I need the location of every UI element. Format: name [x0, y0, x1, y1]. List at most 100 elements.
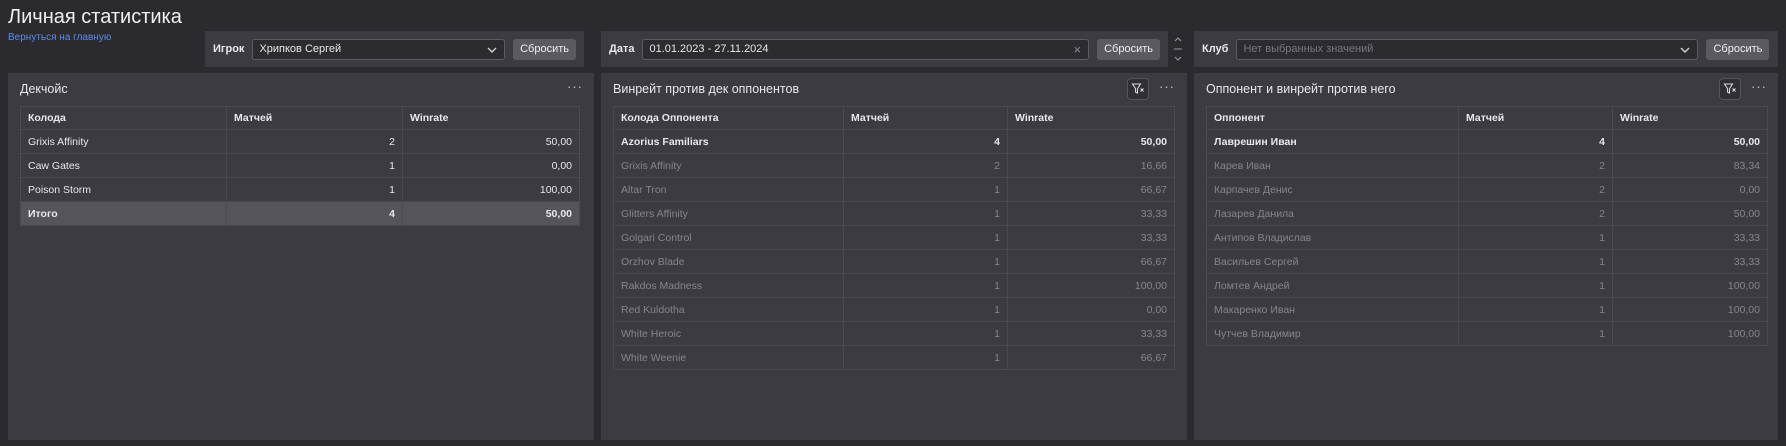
column-header[interactable]: Оппонент	[1206, 106, 1459, 130]
table-row[interactable]: Антипов Владислав 1 33,33	[1206, 225, 1768, 250]
clear-icon[interactable]: ×	[1074, 42, 1082, 57]
deck-cell: Caw Gates	[20, 153, 227, 178]
table-row[interactable]: Васильев Сергей 1 33,33	[1206, 249, 1768, 274]
winrate-cell: 100,00	[1612, 273, 1768, 298]
date-filter: Дата 01.01.2023 - 27.11.2024 × Сбросить	[601, 31, 1168, 67]
table-row[interactable]: Red Kuldotha 1 0,00	[613, 297, 1175, 322]
winrate-cell: 0,00	[1007, 297, 1175, 322]
matches-cell: 1	[843, 345, 1008, 370]
date-range-value: 01.01.2023 - 27.11.2024	[649, 43, 769, 55]
winrate-cell: 50,00	[1007, 129, 1175, 154]
more-options-icon[interactable]: ···	[1159, 79, 1175, 94]
club-select[interactable]: Нет выбранных значений	[1236, 38, 1699, 60]
matches-cell: 2	[1458, 177, 1613, 202]
total-winrate-cell: 50,00	[402, 201, 580, 226]
table-row[interactable]: Чутчев Владимир 1 100,00	[1206, 321, 1768, 346]
winrate-cell: 16,66	[1007, 153, 1175, 178]
winrate-cell: 50,00	[1612, 129, 1768, 154]
winrate-cell: 33,33	[1007, 321, 1175, 346]
table-row[interactable]: Rakdos Madness 1 100,00	[613, 273, 1175, 298]
more-options-icon[interactable]: ···	[1751, 79, 1767, 94]
table-row[interactable]: Макаренко Иван 1 100,00	[1206, 297, 1768, 322]
table-header-row: Колода Матчей Winrate	[20, 106, 580, 130]
matches-cell: 2	[1458, 201, 1613, 226]
filter-reset-button[interactable]	[1719, 78, 1741, 100]
opponent-deck-cell: White Heroic	[613, 321, 844, 346]
table-row[interactable]: Grixis Affinity 2 16,66	[613, 153, 1175, 178]
winrate-cell: 83,34	[1612, 153, 1768, 178]
table-row[interactable]: Azorius Familiars 4 50,00	[613, 129, 1175, 154]
column-header[interactable]: Матчей	[226, 106, 403, 130]
table-row: Poison Storm 1 100,00	[20, 177, 580, 202]
table-row[interactable]: White Weenie 1 66,67	[613, 345, 1175, 370]
column-header[interactable]: Матчей	[843, 106, 1008, 130]
filter-icon	[1723, 83, 1736, 94]
date-range-input[interactable]: 01.01.2023 - 27.11.2024 ×	[642, 38, 1090, 60]
opponent-cell: Макаренко Иван	[1206, 297, 1459, 322]
back-to-home-link[interactable]: Вернуться на главную	[8, 32, 111, 43]
opponent-deck-cell: Grixis Affinity	[613, 153, 844, 178]
table-row[interactable]: Altar Tron 1 66,67	[613, 177, 1175, 202]
club-reset-button[interactable]: Сбросить	[1706, 38, 1770, 60]
more-options-icon[interactable]: ···	[567, 79, 583, 94]
player-select[interactable]: Хрипков Сергей	[252, 38, 506, 60]
vs-decks-title: Винрейт против дек оппонентов	[613, 82, 800, 96]
table-row[interactable]: Лаврешин Иван 4 50,00	[1206, 129, 1768, 154]
opponent-cell: Васильев Сергей	[1206, 249, 1459, 274]
filter-reset-button[interactable]	[1127, 78, 1149, 100]
opponent-deck-cell: Red Kuldotha	[613, 297, 844, 322]
column-header[interactable]: Winrate	[402, 106, 580, 130]
column-header[interactable]: Winrate	[1007, 106, 1175, 130]
winrate-cell: 33,33	[1612, 225, 1768, 250]
table-row[interactable]: Лазарев Данила 2 50,00	[1206, 201, 1768, 226]
page-title: Личная статистика	[8, 6, 182, 28]
table-row[interactable]: White Heroic 1 33,33	[613, 321, 1175, 346]
column-header[interactable]: Матчей	[1458, 106, 1613, 130]
table-header-row: Оппонент Матчей Winrate	[1206, 106, 1768, 130]
player-reset-button[interactable]: Сбросить	[513, 38, 576, 60]
chevron-down-icon	[1680, 47, 1690, 53]
table-row[interactable]: Карев Иван 2 83,34	[1206, 153, 1768, 178]
table-row[interactable]: Orzhov Blade 1 66,67	[613, 249, 1175, 274]
chevron-down-icon	[487, 47, 497, 53]
deck-choice-title: Декчойс	[20, 82, 68, 96]
matches-cell: 1	[1458, 249, 1613, 274]
opponent-deck-cell: White Weenie	[613, 345, 844, 370]
deck-choice-table: Колода Матчей Winrate Grixis Affinity 2 …	[20, 106, 580, 226]
total-label-cell: Итого	[20, 201, 227, 226]
table-row[interactable]: Карпачев Денис 2 0,00	[1206, 177, 1768, 202]
deck-choice-panel: Декчойс ··· Колода Матчей Winrate Grixis…	[8, 73, 594, 440]
winrate-cell: 50,00	[402, 129, 580, 154]
matches-cell: 2	[226, 129, 403, 154]
date-reset-button[interactable]: Сбросить	[1097, 38, 1160, 60]
matches-cell: 1	[843, 201, 1008, 226]
winrate-cell: 33,33	[1007, 225, 1175, 250]
table-row: Caw Gates 1 0,00	[20, 153, 580, 178]
column-header[interactable]: Колода	[20, 106, 227, 130]
vs-opponents-panel: Оппонент и винрейт против него ··· Оппон…	[1194, 73, 1778, 440]
player-select-value: Хрипков Сергей	[259, 43, 342, 55]
winrate-cell: 100,00	[1612, 297, 1768, 322]
filter-icon	[1131, 83, 1144, 94]
winrate-cell: 50,00	[1612, 201, 1768, 226]
matches-cell: 1	[843, 273, 1008, 298]
opponent-cell: Карпачев Денис	[1206, 177, 1459, 202]
total-matches-cell: 4	[226, 201, 403, 226]
winrate-cell: 100,00	[1007, 273, 1175, 298]
scroll-arrows-icon[interactable]	[1173, 35, 1183, 63]
player-filter: Игрок Хрипков Сергей Сбросить	[205, 31, 584, 67]
date-filter-label: Дата	[609, 43, 635, 55]
winrate-cell: 0,00	[1612, 177, 1768, 202]
column-header[interactable]: Winrate	[1612, 106, 1768, 130]
column-header[interactable]: Колода Оппонента	[613, 106, 844, 130]
matches-cell: 1	[843, 177, 1008, 202]
matches-cell: 4	[843, 129, 1008, 154]
winrate-cell: 100,00	[402, 177, 580, 202]
table-row[interactable]: Golgari Control 1 33,33	[613, 225, 1175, 250]
opponent-cell: Антипов Владислав	[1206, 225, 1459, 250]
opponent-deck-cell: Glitters Affinity	[613, 201, 844, 226]
matches-cell: 1	[1458, 297, 1613, 322]
table-row[interactable]: Ломтев Андрей 1 100,00	[1206, 273, 1768, 298]
vs-decks-table: Колода Оппонента Матчей Winrate Azorius …	[613, 106, 1175, 370]
table-row[interactable]: Glitters Affinity 1 33,33	[613, 201, 1175, 226]
